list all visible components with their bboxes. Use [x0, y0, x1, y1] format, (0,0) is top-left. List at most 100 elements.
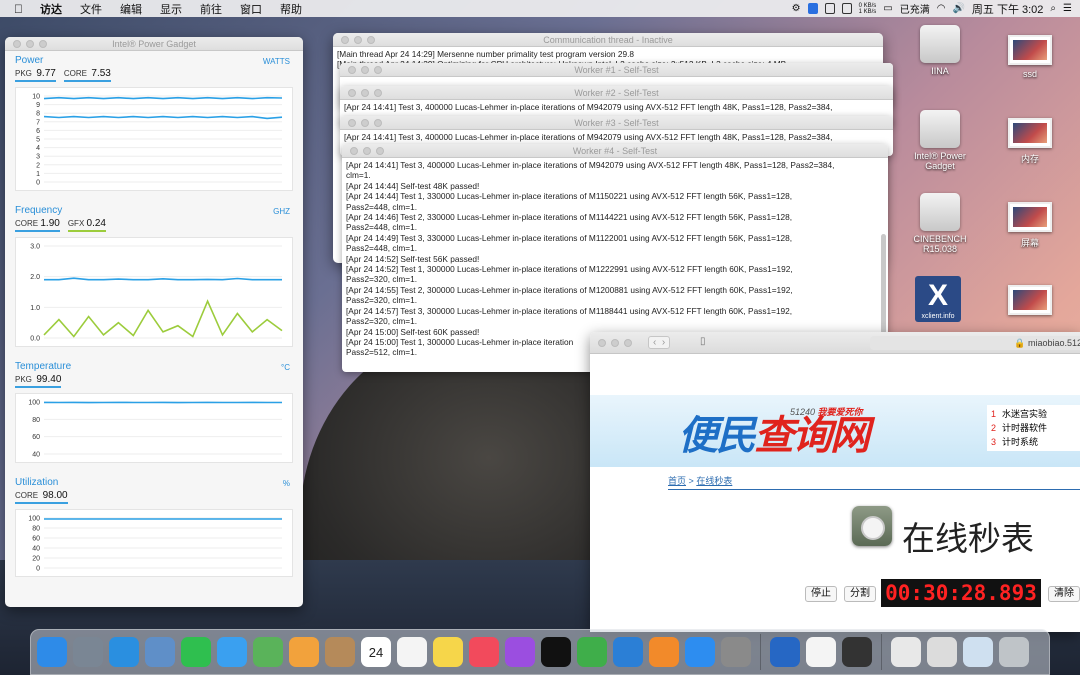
notes-icon[interactable]	[433, 637, 463, 667]
menu-finder[interactable]: 访达	[31, 1, 71, 17]
reading-value: 7.53	[91, 68, 111, 79]
minimize-icon[interactable]	[354, 36, 362, 44]
status-app-icon[interactable]	[807, 3, 818, 14]
zoom-icon[interactable]	[374, 89, 382, 97]
powergadget-icon[interactable]	[770, 637, 800, 667]
trash-icon[interactable]	[999, 637, 1029, 667]
keynote-icon[interactable]	[613, 637, 643, 667]
minimize-icon[interactable]	[363, 147, 371, 155]
status-gear-icon[interactable]: ⚙	[792, 3, 801, 14]
textedit-icon[interactable]	[806, 637, 836, 667]
close-icon[interactable]	[598, 339, 606, 347]
desktop-icon-screenshot[interactable]	[995, 285, 1065, 319]
notification-center-icon[interactable]: ☰	[1063, 3, 1072, 14]
worker-titlebar[interactable]: Worker #1 - Self-Test	[340, 63, 893, 77]
launchpad-icon[interactable]	[73, 637, 103, 667]
worker-titlebar[interactable]: Worker #3 - Self-Test	[340, 116, 893, 130]
side-link[interactable]: 1 水迷宫实验	[991, 407, 1078, 421]
worker-titlebar[interactable]: Worker #4 - Self-Test	[342, 144, 888, 158]
wifi-icon[interactable]: ◠	[937, 3, 946, 14]
close-icon[interactable]	[13, 40, 21, 48]
status-chart-icon[interactable]	[841, 3, 852, 14]
menu-file[interactable]: 文件	[71, 1, 111, 17]
power-gadget-titlebar[interactable]: Intel® Power Gadget	[5, 37, 303, 51]
status-doc-icon[interactable]	[824, 3, 835, 14]
minimize-icon[interactable]	[26, 40, 34, 48]
log-line: Pass2=448, clm=1.	[346, 222, 418, 233]
clear-button[interactable]: 清除	[1048, 586, 1080, 602]
safari-icon[interactable]	[109, 637, 139, 667]
battery-status[interactable]: 已充满	[900, 1, 930, 16]
numbers-icon[interactable]	[577, 637, 607, 667]
stack-icon[interactable]	[927, 637, 957, 667]
zoom-icon[interactable]	[39, 40, 47, 48]
settings-icon[interactable]	[721, 637, 751, 667]
desktop-icon-memory[interactable]: 内存	[995, 118, 1065, 165]
desktop-icon-xclient[interactable]: Xxclient.info	[915, 276, 961, 322]
breadcrumb-home[interactable]: 首页	[668, 476, 686, 486]
photos-icon[interactable]	[289, 637, 319, 667]
facetime-icon[interactable]	[181, 637, 211, 667]
desktop-icon-powergadget[interactable]: Intel® Power Gadget	[905, 110, 975, 171]
side-link[interactable]: 3 计时系统	[991, 435, 1078, 449]
close-icon[interactable]	[348, 119, 356, 127]
sidebar-icon[interactable]: ▯	[700, 336, 706, 347]
zoom-icon[interactable]	[374, 66, 382, 74]
browser-window[interactable]: ‹ › ▯ 🔒 miaobiao.512 便民查询网 51240 我要爱死你 1…	[590, 332, 1080, 632]
contacts-icon[interactable]	[325, 637, 355, 667]
stop-button[interactable]: 停止	[805, 586, 837, 602]
close-icon[interactable]	[341, 36, 349, 44]
music-icon[interactable]	[469, 637, 499, 667]
side-link[interactable]: 2 计时器软件	[991, 421, 1078, 435]
back-forward-buttons[interactable]: ‹ ›	[648, 336, 671, 349]
back-icon[interactable]: ‹	[653, 337, 656, 348]
calendar-icon[interactable]: 24	[361, 637, 391, 667]
zoom-icon[interactable]	[367, 36, 375, 44]
zoom-icon[interactable]	[624, 339, 632, 347]
menu-edit[interactable]: 编辑	[111, 1, 151, 17]
screenshot-icon[interactable]	[963, 637, 993, 667]
menu-view[interactable]: 显示	[151, 1, 191, 17]
address-bar[interactable]: 🔒 miaobiao.512	[870, 336, 1080, 350]
search-icon[interactable]: ⌕	[1050, 3, 1056, 14]
desktop-icon-iina[interactable]: IINA	[905, 25, 975, 76]
menu-help[interactable]: 帮助	[271, 1, 311, 17]
downloads-icon[interactable]	[891, 637, 921, 667]
maps-icon[interactable]	[253, 637, 283, 667]
zoom-icon[interactable]	[374, 119, 382, 127]
clock[interactable]: 周五 下午 3:02	[972, 1, 1044, 17]
finder-icon[interactable]	[37, 637, 67, 667]
desktop-icon-ssd[interactable]: ssd	[995, 35, 1065, 79]
podcasts-icon[interactable]	[505, 637, 535, 667]
desktop-icon-cinebench[interactable]: CINEBENCH R15.038	[905, 193, 975, 254]
split-button[interactable]: 分割	[844, 586, 876, 602]
battery-icon[interactable]: ▭	[883, 3, 892, 14]
forward-icon[interactable]: ›	[662, 337, 665, 348]
close-icon[interactable]	[348, 89, 356, 97]
minimize-icon[interactable]	[361, 66, 369, 74]
minimize-icon[interactable]	[611, 339, 619, 347]
appstore-icon[interactable]	[685, 637, 715, 667]
pages-icon[interactable]	[649, 637, 679, 667]
worker-titlebar[interactable]: Worker #2 - Self-Test	[340, 86, 893, 100]
net-speed[interactable]: 0 KB/s 1 KB/s	[859, 3, 877, 15]
menu-go[interactable]: 前往	[191, 1, 231, 17]
reminders-icon[interactable]	[397, 637, 427, 667]
zoom-icon[interactable]	[376, 147, 384, 155]
appletv-icon[interactable]	[541, 637, 571, 667]
preview-icon[interactable]	[145, 637, 175, 667]
messages-icon[interactable]	[217, 637, 247, 667]
breadcrumb-current[interactable]: 在线秒表	[696, 476, 732, 486]
close-icon[interactable]	[348, 66, 356, 74]
prime95-icon[interactable]	[842, 637, 872, 667]
apple-menu-icon[interactable]: 	[0, 2, 31, 16]
desktop-icon-screen[interactable]: 屏幕	[995, 202, 1065, 249]
power-gadget-window[interactable]: Intel® Power Gadget Power WATTS PKG 9.77…	[5, 37, 303, 607]
scrollbar-thumb[interactable]	[881, 234, 886, 334]
volume-icon[interactable]: 🔊	[952, 3, 964, 14]
minimize-icon[interactable]	[361, 119, 369, 127]
close-icon[interactable]	[350, 147, 358, 155]
menu-window[interactable]: 窗口	[231, 1, 271, 17]
minimize-icon[interactable]	[361, 89, 369, 97]
comm-titlebar[interactable]: Communication thread - Inactive	[333, 33, 883, 47]
